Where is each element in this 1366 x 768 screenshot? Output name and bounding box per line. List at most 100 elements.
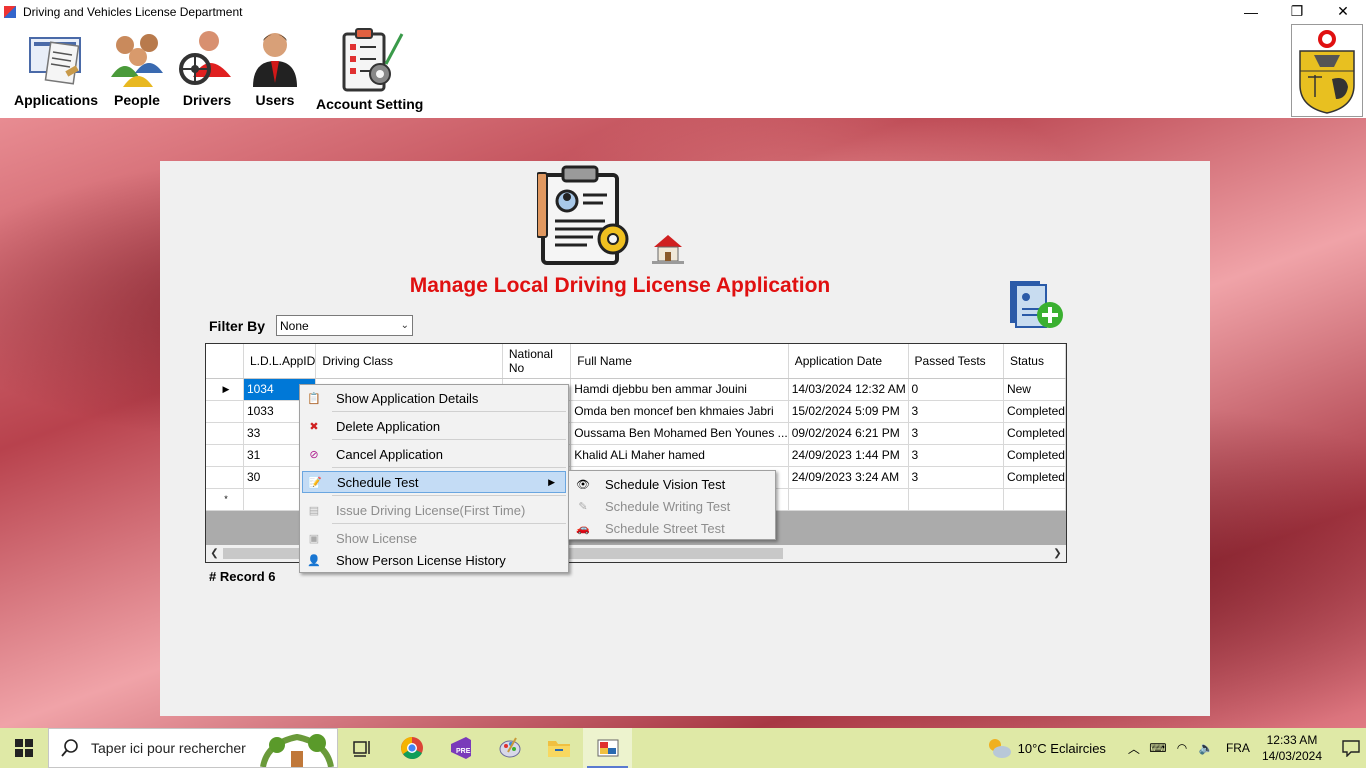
cancel-icon: ⊘	[309, 448, 319, 461]
row-header[interactable]	[206, 400, 244, 423]
column-header[interactable]: Passed Tests	[908, 344, 1004, 379]
menu-show-license[interactable]: ▣ Show License	[302, 527, 566, 549]
license-icon: ▤	[308, 504, 320, 517]
cell-status[interactable]: Completed	[1003, 444, 1066, 467]
taskbar-dvld-app[interactable]	[583, 728, 632, 768]
volume-icon[interactable]: 🔈	[1194, 741, 1218, 755]
cell-status[interactable]: Completed	[1003, 422, 1066, 445]
schedule-test-icon: 📝	[308, 476, 322, 489]
search-highlight-illustration	[260, 733, 334, 767]
cell-status[interactable]: New	[1003, 378, 1066, 401]
weather-widget[interactable]: 10°C Eclaircies	[986, 737, 1106, 759]
menu-schedule-writing-test[interactable]: ✎ Schedule Writing Test	[571, 495, 773, 517]
new-row-marker: *	[206, 488, 244, 511]
column-header[interactable]: Application Date	[788, 344, 909, 379]
network-adapter-icon[interactable]: ⌨	[1146, 741, 1170, 755]
menu-item-label: Delete Application	[336, 418, 441, 434]
search-icon	[61, 739, 78, 757]
clock[interactable]: 12:33 AM 14/03/2024	[1262, 732, 1322, 764]
wifi-icon[interactable]: ◠	[1170, 741, 1194, 755]
cell-status[interactable]: Completed	[1003, 400, 1066, 423]
task-view-button[interactable]	[338, 728, 387, 768]
menu-item-label: Schedule Street Test	[605, 520, 725, 536]
minimize-button[interactable]: —	[1228, 0, 1274, 23]
taskbar-search[interactable]: Taper ici pour rechercher	[48, 728, 338, 768]
taskbar-paint[interactable]	[485, 728, 534, 768]
filter-by-value: None	[280, 318, 309, 333]
scroll-right-icon[interactable]: ❯	[1049, 545, 1066, 562]
folder-icon	[547, 741, 570, 757]
menu-drivers[interactable]: Drivers	[177, 26, 237, 108]
chevron-up-icon[interactable]: ︿	[1122, 740, 1146, 757]
record-count: # Record 6	[209, 569, 276, 584]
menu-item-label: Show Person License History	[336, 552, 506, 568]
add-application-button[interactable]	[1008, 279, 1066, 331]
column-header[interactable]: National No	[502, 344, 572, 379]
cell-application-date[interactable]: 24/09/2023 1:44 PM	[788, 444, 909, 467]
filter-by-select[interactable]: None ⌄	[276, 315, 413, 336]
page-title: Manage Local Driving License Application	[409, 274, 831, 297]
menu-account-setting-label: Account Setting	[316, 96, 424, 112]
scroll-left-icon[interactable]: ❮	[206, 545, 223, 562]
column-header[interactable]: Full Name	[570, 344, 789, 379]
row-header[interactable]	[206, 422, 244, 445]
menu-applications[interactable]: Applications	[14, 26, 98, 108]
start-button[interactable]	[0, 728, 48, 768]
car-icon: 🚗	[576, 522, 590, 535]
menu-item-label: Schedule Writing Test	[605, 498, 731, 514]
input-language[interactable]: FRA	[1226, 741, 1250, 755]
search-placeholder: Taper ici pour rechercher	[91, 740, 246, 756]
cell-passed-tests[interactable]: 3	[908, 422, 1004, 445]
cell-full-name[interactable]: Oussama Ben Mohamed Ben Younes ...	[570, 422, 789, 445]
menu-account-setting[interactable]: Account Setting	[316, 26, 423, 112]
close-button[interactable]: ✕	[1320, 0, 1366, 23]
menu-show-person-license-history[interactable]: 👤 Show Person License History	[302, 549, 566, 571]
cell-application-date[interactable]: 14/03/2024 12:32 AM	[788, 378, 909, 401]
paint-icon	[499, 737, 520, 758]
cell-status[interactable]: Completed	[1003, 466, 1066, 489]
row-header[interactable]	[206, 466, 244, 489]
taskbar-file-explorer[interactable]	[534, 728, 583, 768]
cell-full-name[interactable]: Omda ben moncef ben khmaies Jabri	[570, 400, 789, 423]
cell-passed-tests[interactable]: 3	[908, 400, 1004, 423]
cell-application-date[interactable]: 15/02/2024 5:09 PM	[788, 400, 909, 423]
menu-schedule-vision-test[interactable]: 👁 Schedule Vision Test	[571, 473, 773, 495]
coat-of-arms-logo	[1291, 24, 1363, 117]
cell-full-name[interactable]: Hamdi djebbu ben ammar Jouini	[570, 378, 789, 401]
cell-passed-tests[interactable]: 3	[908, 466, 1004, 489]
menu-people[interactable]: People	[107, 26, 167, 108]
home-icon	[650, 231, 686, 265]
license-history-icon: 👤	[307, 554, 321, 567]
menu-schedule-street-test[interactable]: 🚗 Schedule Street Test	[571, 517, 773, 539]
cell-passed-tests[interactable]: 0	[908, 378, 1004, 401]
details-icon: 📋	[307, 392, 321, 405]
menu-delete-application[interactable]: ✖ Delete Application	[302, 415, 566, 437]
menu-cancel-application[interactable]: ⊘ Cancel Application	[302, 443, 566, 465]
chrome-icon	[400, 737, 423, 759]
cell-passed-tests[interactable]: 3	[908, 444, 1004, 467]
taskbar-visual-studio[interactable]: PRE	[436, 728, 485, 768]
cell-application-date[interactable]: 24/09/2023 3:24 AM	[788, 466, 909, 489]
context-menu: 📋 Show Application Details ✖ Delete Appl…	[299, 384, 569, 573]
menu-issue-driving-license[interactable]: ▤ Issue Driving License(First Time)	[302, 499, 566, 521]
column-header[interactable]: Driving Class	[315, 344, 503, 379]
window-title: Driving and Vehicles License Department	[23, 4, 243, 19]
weather-text: 10°C Eclaircies	[1017, 740, 1106, 756]
menu-people-label: People	[114, 92, 160, 108]
menu-item-label: Schedule Vision Test	[605, 476, 726, 492]
dvld-app-icon	[597, 739, 618, 757]
menu-show-application-details[interactable]: 📋 Show Application Details	[302, 387, 566, 409]
menu-users[interactable]: Users	[245, 26, 305, 108]
notification-center-button[interactable]	[1336, 739, 1366, 757]
menu-schedule-test[interactable]: 📝 Schedule Test ▶	[302, 471, 566, 493]
cell-full-name[interactable]: Khalid ALi Maher hamed	[570, 444, 789, 467]
windows-icon	[15, 739, 33, 757]
cell-application-date[interactable]: 09/02/2024 6:21 PM	[788, 422, 909, 445]
svg-text:PRE: PRE	[456, 748, 471, 755]
taskbar-chrome[interactable]	[387, 728, 436, 768]
row-header[interactable]	[206, 444, 244, 467]
restore-button[interactable]: ❐	[1274, 0, 1320, 23]
column-header[interactable]: L.D.L.AppID	[243, 344, 317, 379]
column-header[interactable]: Status	[1003, 344, 1066, 379]
weather-partly-cloudy-icon	[988, 739, 1011, 758]
